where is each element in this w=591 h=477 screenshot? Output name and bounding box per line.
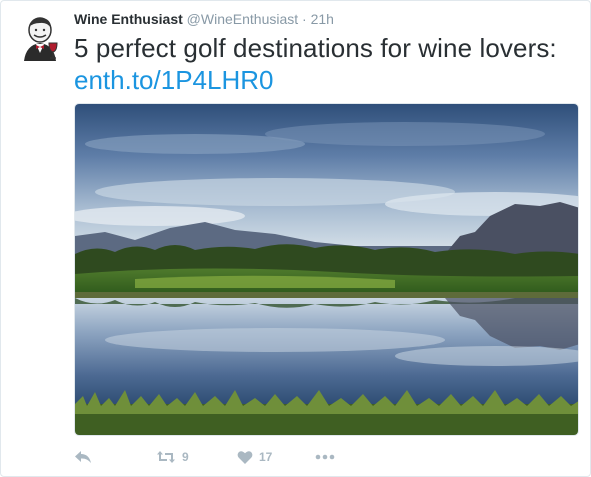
- tweet-link[interactable]: enth.to/1P4LHR0: [74, 64, 273, 96]
- header-separator: ·: [302, 11, 307, 27]
- author-handle[interactable]: @WineEnthusiast: [187, 11, 298, 27]
- like-count: 17: [259, 450, 273, 464]
- tweet-header: Wine Enthusiast @WineEnthusiast · 21h: [74, 11, 334, 27]
- tweet-actions: 9 17: [74, 447, 474, 467]
- more-button[interactable]: [315, 447, 335, 467]
- more-dots-icon: [315, 454, 335, 460]
- tweet-timestamp[interactable]: 21h: [311, 11, 334, 27]
- tweet-text: 5 perfect golf destinations for wine lov…: [74, 33, 557, 63]
- tweet-card[interactable]: Wine Enthusiast @WineEnthusiast · 21h 5 …: [0, 0, 591, 477]
- sommelier-avatar-icon: [16, 13, 64, 61]
- retweet-icon: [157, 451, 175, 463]
- tweet-media-photo[interactable]: [74, 103, 579, 436]
- like-button[interactable]: 17: [237, 447, 272, 467]
- golf-course-photo: [75, 104, 578, 435]
- author-avatar[interactable]: [16, 13, 64, 61]
- retweet-count: 9: [182, 450, 189, 464]
- heart-icon: [237, 450, 253, 464]
- reply-icon: [75, 451, 91, 463]
- author-name[interactable]: Wine Enthusiast: [74, 11, 183, 27]
- retweet-button[interactable]: 9: [156, 447, 189, 467]
- reply-button[interactable]: [74, 447, 92, 467]
